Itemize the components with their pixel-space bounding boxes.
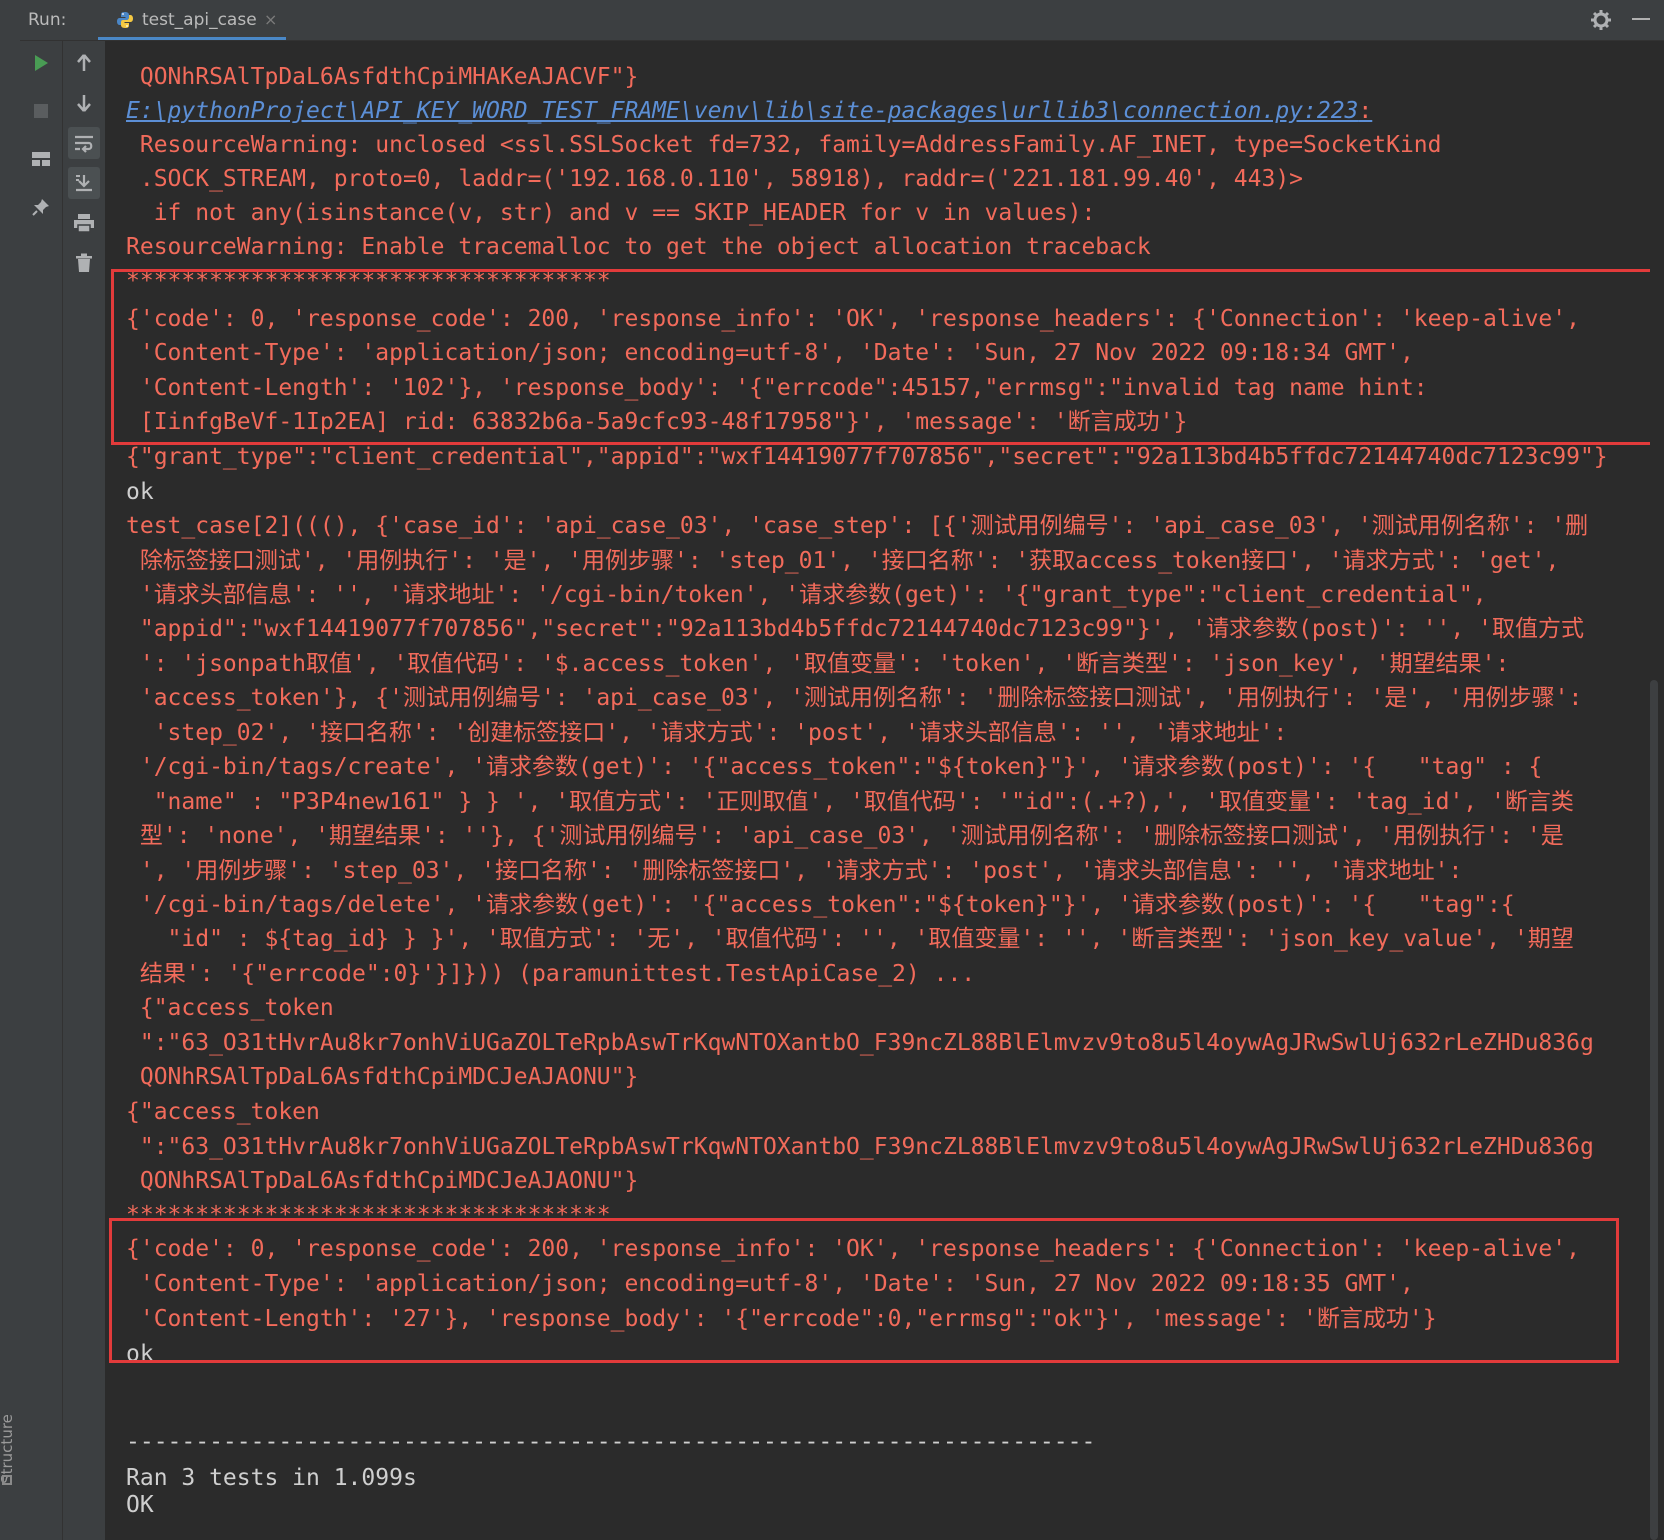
console-line: '/cgi-bin/tags/delete', '请求参数(get)': '{"… <box>126 892 1515 918</box>
run-label: Run: <box>28 10 67 30</box>
console-line: QONhRSAlTpDaL6AsfdthCpiMDCJeAJAONU"} <box>126 1064 639 1090</box>
run-tool-window-header: Run: test_api_case × <box>20 0 1664 41</box>
gear-icon[interactable] <box>1590 9 1612 31</box>
python-icon <box>117 12 133 28</box>
console-line: "name" : "P3P4new161" } } ', '取值方式': '正则… <box>126 789 1574 815</box>
console-line: ': 'jsonpath取值', '取值代码': '$.access_token… <box>126 651 1510 677</box>
console-line: {"access_token <box>126 1099 320 1125</box>
console-line: "appid":"wxf14419077f707856","secret":"9… <box>126 616 1584 642</box>
console-line: 'access_token'}, {'测试用例编号': 'api_case_03… <box>126 685 1583 711</box>
console-line: test_case[2](((), {'case_id': 'api_case_… <box>126 513 1589 539</box>
console-line: '请求头部信息': '', '请求地址': '/cgi-bin/token', … <box>126 582 1487 608</box>
vertical-scrollbar[interactable] <box>1650 680 1658 1540</box>
structure-icon[interactable] <box>2 1475 12 1485</box>
console-line: '/cgi-bin/tags/create', '请求参数(get)': '{"… <box>126 754 1543 780</box>
pin-icon[interactable] <box>25 191 57 223</box>
highlight-box-response-2 <box>109 1218 1619 1363</box>
console-line: OK <box>126 1492 154 1518</box>
console-line: ----------------------------------------… <box>126 1429 1096 1455</box>
console-output[interactable]: QONhRSAlTpDaL6AsfdthCpiMHAKeAJACVF"} E:\p… <box>106 41 1650 1540</box>
console-line: if not any(isinstance(v, str) and v == S… <box>126 200 1096 226</box>
layout-icon[interactable] <box>25 143 57 175</box>
run-toolbar-secondary <box>63 41 106 1540</box>
highlight-box-response-1 <box>111 269 1650 445</box>
close-icon[interactable]: × <box>264 10 277 29</box>
tab-test-api-case[interactable]: test_api_case × <box>76 0 286 40</box>
file-link[interactable]: E:\pythonProject\API_KEY_WORD_TEST_FRAME… <box>126 94 1372 128</box>
run-toolbar-primary <box>20 41 63 1540</box>
minimize-icon[interactable] <box>1632 18 1650 20</box>
console-line: 除标签接口测试', '用例执行': '是', '用例步骤': 'step_01'… <box>126 548 1560 574</box>
print-icon[interactable] <box>68 207 100 239</box>
console-line: 结果': '{"errcode":0}'}]})) (paramunittest… <box>126 961 976 987</box>
left-tool-strip: Structure <box>0 0 21 1540</box>
structure-tool-tab[interactable]: Structure <box>0 1414 16 1484</box>
console-line: ":"63_O31tHvrAu8kr7onhViUGaZOLTeRpbAswTr… <box>126 1134 1594 1160</box>
console-line: 'step_02', '接口名称': '创建标签接口', '请求方式': 'po… <box>126 720 1288 746</box>
console-line: {"access_token <box>126 995 334 1021</box>
console-line: Ran 3 tests in 1.099s <box>126 1465 417 1491</box>
scroll-to-end-icon[interactable] <box>68 167 100 199</box>
console-line: ResourceWarning: unclosed <ssl.SSLSocket… <box>126 132 1442 158</box>
active-tab-indicator <box>98 37 286 40</box>
console-line: {"grant_type":"client_credential","appid… <box>126 444 1608 470</box>
console-line: "id" : ${tag_id} } }', '取值方式': '无', '取值代… <box>126 926 1574 952</box>
rerun-icon[interactable] <box>25 47 57 79</box>
console-line: ResourceWarning: Enable tracemalloc to g… <box>126 234 1151 260</box>
tab-title: test_api_case <box>142 10 257 30</box>
stop-icon[interactable] <box>25 95 57 127</box>
trash-icon[interactable] <box>68 247 100 279</box>
console-line: ', '用例步骤': 'step_03', '接口名称': '删除标签接口', … <box>126 858 1463 884</box>
console-line: ":"63_O31tHvrAu8kr7onhViUGaZOLTeRpbAswTr… <box>126 1030 1594 1056</box>
soft-wrap-icon[interactable] <box>68 127 100 159</box>
file-link-suffix: : <box>1358 98 1373 124</box>
file-link-path[interactable]: E:\pythonProject\API_KEY_WORD_TEST_FRAME… <box>126 98 1358 124</box>
console-line: QONhRSAlTpDaL6AsfdthCpiMHAKeAJACVF"} <box>126 64 639 90</box>
console-line: ok <box>126 479 154 505</box>
console-line: .SOCK_STREAM, proto=0, laddr=('192.168.0… <box>126 166 1304 192</box>
console-line: 型': 'none', '期望结果': ''}, {'测试用例编号': 'api… <box>126 823 1564 849</box>
arrow-down-icon[interactable] <box>68 87 100 119</box>
console-line: QONhRSAlTpDaL6AsfdthCpiMDCJeAJAONU"} <box>126 1168 639 1194</box>
arrow-up-icon[interactable] <box>68 47 100 79</box>
